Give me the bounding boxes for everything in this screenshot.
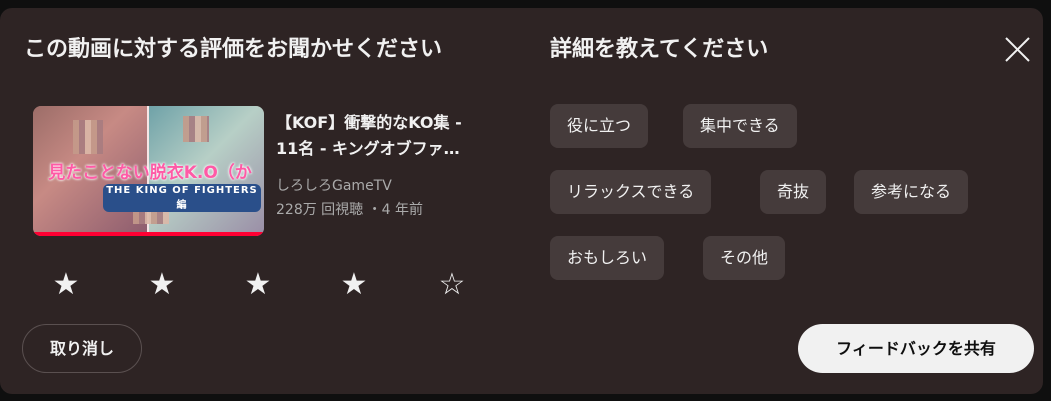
- thumbnail-mosaic: [183, 116, 209, 142]
- chip-focus[interactable]: 集中できる: [683, 104, 797, 148]
- video-thumbnail[interactable]: 見たことない脱衣K.O（かも） THE KING OF FIGHTERS編: [33, 106, 264, 236]
- chip-novel[interactable]: 奇抜: [760, 170, 827, 214]
- chip-other[interactable]: その他: [703, 236, 786, 280]
- share-feedback-button[interactable]: フィードバックを共有: [798, 324, 1034, 373]
- chip-informative[interactable]: 参考になる: [854, 170, 969, 214]
- star-rating: ★ ★ ★ ★ ☆: [44, 263, 484, 307]
- chip-relax[interactable]: リラックスできる: [550, 170, 712, 214]
- close-button[interactable]: [998, 30, 1038, 70]
- feedback-dialog: この動画に対する評価をお聞かせください 見たことない脱衣K.O（かも） THE …: [0, 8, 1043, 394]
- star-4-button[interactable]: ★: [332, 263, 376, 307]
- detail-title: 詳細を教えてください: [550, 37, 769, 62]
- thumbnail-subcaption: THE KING OF FIGHTERS編: [103, 184, 261, 212]
- star-3-button[interactable]: ★: [236, 263, 280, 307]
- rating-title: この動画に対する評価をお聞かせください: [24, 37, 443, 62]
- video-title[interactable]: 【KOF】衝撃的なKO集 - 11名 - キングオブファイターズ: [276, 110, 468, 162]
- cancel-button[interactable]: 取り消し: [22, 324, 142, 373]
- chip-funny[interactable]: おもしろい: [550, 236, 665, 280]
- close-icon: [1005, 37, 1030, 62]
- star-5-button[interactable]: ☆: [430, 263, 474, 307]
- star-2-button[interactable]: ★: [140, 263, 184, 307]
- channel-name: しろしろGameTV: [276, 178, 392, 194]
- watch-progress-bar: [33, 232, 264, 236]
- chip-useful[interactable]: 役に立つ: [550, 104, 649, 148]
- thumbnail-mosaic: [73, 120, 103, 154]
- video-card[interactable]: 見たことない脱衣K.O（かも） THE KING OF FIGHTERS編 【K…: [33, 106, 473, 236]
- star-1-button[interactable]: ★: [44, 263, 88, 307]
- video-meta: 228万 回視聴 ・4 年前: [276, 202, 423, 218]
